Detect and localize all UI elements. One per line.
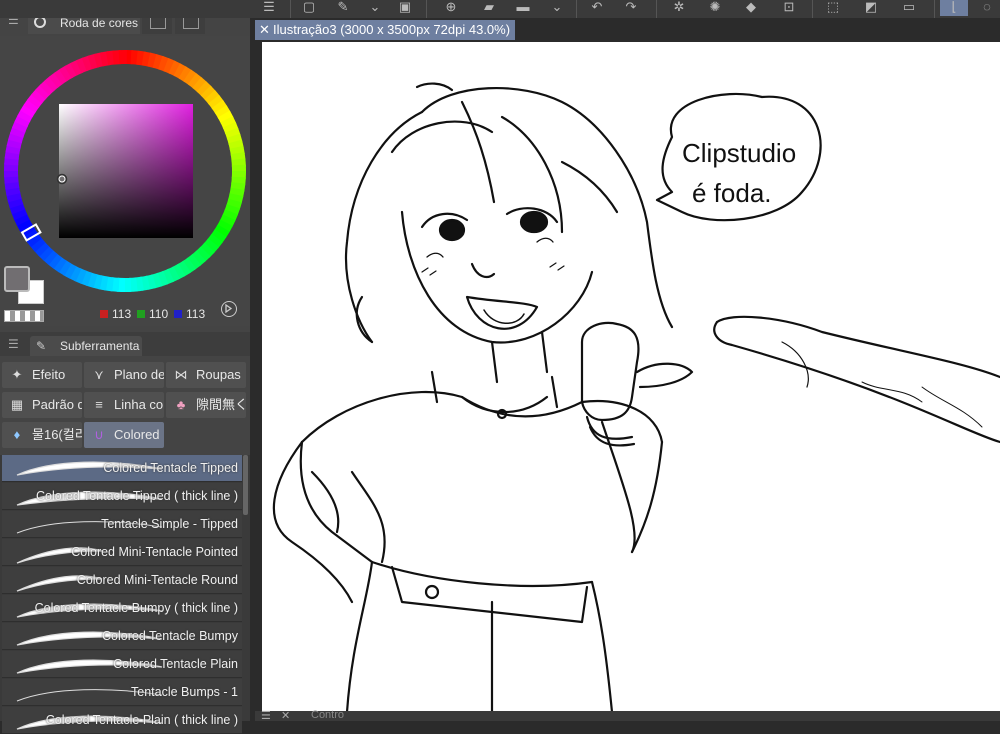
bow-icon: ⋈ (174, 367, 188, 382)
rgb-b: 113 (174, 307, 205, 321)
droplet-icon: ♦ (13, 427, 21, 442)
brush-item[interactable]: Colored Tentacle Plain (2, 651, 242, 678)
rotate-icon[interactable]: ◌ (976, 0, 998, 16)
tentacle-icon: ∪ (94, 427, 104, 442)
tray-icon[interactable]: ▬ (512, 0, 534, 16)
subtool-panel-title: Subferramenta (60, 339, 140, 353)
bottom-close-icon[interactable]: ✕ (281, 709, 290, 722)
brush-item[interactable]: Colored Mini-Tentacle Round (2, 567, 242, 594)
brush-list: Colored Tentacle Tipped Colored Tentacle … (0, 455, 250, 734)
grass-icon: ⋎ (94, 367, 104, 382)
subtool-menu-icon[interactable]: ☰ (8, 338, 19, 350)
new-canvas-icon[interactable]: ▢ (298, 0, 320, 16)
chevron-down-icon-2[interactable]: ⌄ (546, 0, 568, 16)
brush-item[interactable]: Colored Tentacle Bumpy (2, 623, 242, 650)
brush-item[interactable]: Colored Tentacle Tipped (2, 455, 242, 482)
group-plano[interactable]: ⋎ Plano de (84, 362, 164, 388)
document-tab[interactable]: ✕ Ilustração3 (3000 x 3500px 72dpi 43.0%… (255, 20, 515, 40)
fill-icon[interactable]: ◆ (740, 0, 762, 16)
brush-item-label: Colored Mini-Tentacle Pointed (71, 545, 238, 559)
cupcake-icon: ♣ (176, 397, 186, 412)
brush-item[interactable]: Colored Mini-Tentacle Pointed (2, 539, 242, 566)
brush-item-label: Tentacle Bumps - 1 (131, 685, 238, 699)
brightness-icon[interactable]: ✺ (704, 0, 726, 16)
transparent-color-swatch[interactable] (4, 310, 44, 322)
brush-item[interactable]: Colored Tentacle Bumpy ( thick line ) (2, 595, 242, 622)
left-panel: ☰ Roda de cores 113 110 113 ☰ ✎ Subferra… (0, 0, 250, 734)
close-icon[interactable]: ✕ (259, 20, 270, 40)
pattern-icon: ▦ (10, 397, 24, 412)
save-icon[interactable]: ▣ (394, 0, 416, 16)
folder-icon[interactable]: ▰ (478, 0, 500, 16)
artwork: Clipstudio é foda. (272, 82, 1000, 712)
brush-item-label: Colored Tentacle Tipped (103, 461, 238, 475)
loading-icon[interactable]: ✲ (668, 0, 690, 16)
color-settings-icon[interactable] (221, 301, 237, 317)
group-japanese[interactable]: ♣ 隙間無く (166, 392, 246, 418)
main-color-swatch[interactable] (4, 266, 30, 292)
brush-item[interactable]: Tentacle Simple - Tipped (2, 511, 242, 538)
group-padrao[interactable]: ▦ Padrão d (2, 392, 82, 418)
redo-icon[interactable]: ↷ (620, 0, 642, 16)
edit-icon[interactable]: ✎ (332, 0, 354, 16)
top-toolbar: ☰ ▢ ✎ ⌄ ▣ ⊕ ▰ ▬ ⌄ ↶ ↷ ✲ ✺ ◆ ⊡ ⬚ ◩ ▭ ⌊ ◌ (0, 0, 1000, 18)
rgb-r: 113 (100, 307, 131, 321)
bottom-menu-icon[interactable]: ☰ (261, 709, 271, 722)
subtool-header: ☰ ✎ Subferramenta (0, 332, 250, 356)
undo-icon[interactable]: ↶ (586, 0, 608, 16)
brush-list-scrollbar[interactable] (243, 455, 248, 515)
brush-item-label: Colored Mini-Tentacle Round (76, 573, 238, 587)
brush-item-label: Colored Tentacle Tipped ( thick line ) (36, 489, 238, 503)
tab-subtool[interactable]: ✎ Subferramenta (30, 336, 142, 356)
color-set-icon (150, 17, 166, 29)
transform-icon[interactable]: ⊡ (778, 0, 800, 16)
group-korean[interactable]: ♦ 물16(컬리 (2, 422, 82, 448)
menu-icon[interactable]: ☰ (258, 0, 280, 16)
brush-item[interactable]: Tentacle Bumps - 1 (2, 679, 242, 706)
brush-item-label: Colored Tentacle Bumpy ( thick line ) (34, 601, 238, 615)
brush-tab-icon: ✎ (36, 339, 47, 353)
document-tab-title: Ilustração3 (3000 x 3500px 72dpi 43.0%) (273, 22, 511, 37)
add-layer-icon[interactable]: ⊕ (440, 0, 462, 16)
group-linha[interactable]: ≡ Linha cor (84, 392, 164, 418)
group-colored[interactable]: ∪ Colored (84, 422, 164, 448)
bottom-panel-label[interactable]: Contro (311, 709, 344, 721)
speech-text-line1: Clipstudio (682, 138, 796, 168)
drawing-canvas[interactable]: Clipstudio é foda. (262, 42, 1000, 712)
speech-text-line2: é foda. (692, 178, 772, 208)
invert-selection-icon[interactable]: ◩ (860, 0, 882, 16)
bottom-bar: ☰ ✕ Contro (255, 709, 1000, 722)
color-history-icon (183, 17, 199, 29)
select-none-icon[interactable]: ⬚ (822, 0, 844, 16)
brush-item-label: Colored Tentacle Plain (113, 657, 238, 671)
crop-icon[interactable]: ▭ (898, 0, 920, 16)
sparkle-icon: ✦ (11, 367, 23, 382)
ruler-icon[interactable]: ⌊ (940, 0, 968, 16)
lines-icon: ≡ (95, 397, 103, 412)
brush-item-label: Tentacle Simple - Tipped (101, 517, 238, 531)
rgb-g: 110 (137, 307, 168, 321)
chevron-down-icon[interactable]: ⌄ (364, 0, 386, 16)
brush-item-label: Colored Tentacle Plain ( thick line ) (45, 713, 238, 727)
group-efeito[interactable]: ✦ Efeito (2, 362, 82, 388)
brush-item[interactable]: Colored Tentacle Tipped ( thick line ) (2, 483, 242, 510)
group-roupas[interactable]: ⋈ Roupas (166, 362, 246, 388)
brush-item-label: Colored Tentacle Bumpy (102, 629, 238, 643)
